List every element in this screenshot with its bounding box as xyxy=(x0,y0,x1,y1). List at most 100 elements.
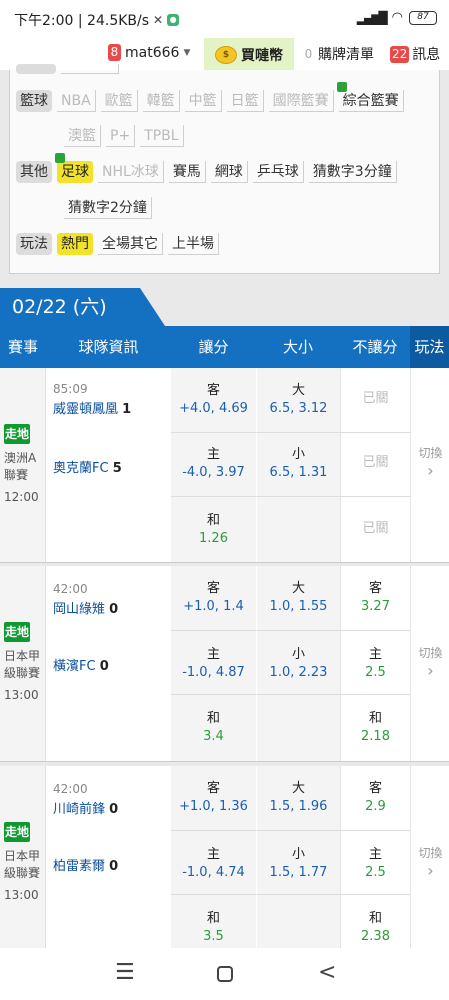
away-team[interactable]: 岡山綠雉 0 xyxy=(53,598,118,617)
hcp-home-cell[interactable]: 主 -1.0, 4.87 xyxy=(171,630,256,694)
filter-option[interactable]: 猜數字2分鐘 xyxy=(64,197,152,219)
caret-down-icon: ▼ xyxy=(183,47,191,58)
ou-under-cell[interactable]: 小 1.0, 2.23 xyxy=(256,630,340,694)
filter-option[interactable]: 上半場 xyxy=(168,233,219,255)
filter-option[interactable]: 乒乓球 xyxy=(252,161,304,183)
hcp-away-cell[interactable]: 客 +1.0, 1.4 xyxy=(171,566,256,630)
away-team[interactable]: 川崎前鋒 0 xyxy=(53,798,118,817)
messages-button[interactable]: 22 訊息 xyxy=(390,44,440,64)
menu-icon[interactable]: ☰ xyxy=(115,960,135,985)
away-score: 1 xyxy=(122,402,132,417)
filter-option[interactable]: 全場其它 xyxy=(98,233,163,255)
ou-empty-cell xyxy=(256,496,340,562)
hcp-home-cell[interactable]: 主 -4.0, 3.97 xyxy=(171,432,256,496)
nh-closed-cell: 已關 xyxy=(340,432,410,496)
match-row: 走地 澳洲A聯賽 12:00 85:09 威靈頓鳳凰 1 奧克蘭FC 5 客 +4… xyxy=(0,368,449,563)
filter-option[interactable]: 猜數字3分鐘 xyxy=(308,161,397,183)
back-icon[interactable]: < xyxy=(318,960,336,985)
ou-over-cell[interactable]: 大 1.0, 1.55 xyxy=(256,566,340,630)
league-name: 日本甲級聯賽 xyxy=(4,649,41,680)
kickoff-time: 13:00 xyxy=(4,688,39,702)
home-score: 0 xyxy=(99,659,109,674)
messages-badge: 22 xyxy=(390,45,410,63)
nh-home-cell[interactable]: 主 2.5 xyxy=(340,830,410,894)
new-tag-icon xyxy=(336,82,347,92)
switch-play-button[interactable]: 切換 › xyxy=(410,766,449,948)
switch-play-button[interactable]: 切換 › xyxy=(410,368,449,562)
hcp-away-cell[interactable]: 客 +1.0, 1.36 xyxy=(171,766,256,830)
filter-option[interactable]: 歐籃 xyxy=(100,90,138,112)
match-row: 走地 日本甲級聯賽 13:00 42:00 岡山綠雉 0 橫濱FC 0 客 +1.… xyxy=(0,566,449,762)
filter-option[interactable]: TPBL xyxy=(140,125,184,147)
home-team[interactable]: 奧克蘭FC 5 xyxy=(53,457,122,476)
header-handicap: 讓分 xyxy=(198,338,229,356)
nh-away-cell[interactable]: 客 2.9 xyxy=(340,766,410,830)
home-team[interactable]: 柏雷素爾 0 xyxy=(53,855,118,874)
filter-option[interactable]: 韓籃 xyxy=(142,90,180,112)
cart-badge: 0 xyxy=(304,46,313,61)
user-menu[interactable]: 8 mat666 ▼ xyxy=(108,44,190,61)
chevron-right-icon: › xyxy=(427,461,434,480)
filter-row-other-2: 猜數字2分鐘 xyxy=(64,197,152,219)
filter-option[interactable]: NBA xyxy=(57,90,96,112)
match-elapsed: 42:00 xyxy=(53,782,88,796)
away-score: 0 xyxy=(109,802,119,817)
header-over-under: 大小 xyxy=(282,338,313,356)
nh-closed-cell: 已關 xyxy=(340,496,410,562)
kickoff-time: 13:00 xyxy=(4,888,39,902)
filter-row-play: 玩法 熱門 全場其它 上半場 xyxy=(16,233,219,255)
nh-away-cell[interactable]: 客 3.27 xyxy=(340,566,410,630)
live-badge: 走地 xyxy=(4,622,30,642)
league-name: 澳洲A聯賽 xyxy=(4,451,37,482)
header-play: 玩法 xyxy=(410,326,449,368)
cart-button[interactable]: 0 購牌清單 xyxy=(302,44,374,64)
sport-filter-panel: 籃球 NBA 歐籃 韓籃 中籃 日籃 國際籃賽 綜合籃賽 澳籃 P+ TPBL … xyxy=(9,64,440,274)
date-tab[interactable]: 02/22 (六) xyxy=(0,288,165,326)
user-badge: 8 xyxy=(108,44,121,61)
filter-option[interactable]: 國際籃賽 xyxy=(268,90,334,112)
filter-option-selected[interactable]: 足球 xyxy=(55,153,93,183)
ou-over-cell[interactable]: 大 1.5, 1.96 xyxy=(256,766,340,830)
header-team-info: 球隊資訊 xyxy=(78,338,139,356)
ou-under-cell[interactable]: 小 6.5, 1.31 xyxy=(256,432,340,496)
signal-icon: ▂▄▆█ xyxy=(356,10,388,25)
filter-option[interactable]: 中籃 xyxy=(184,90,222,112)
hcp-draw-cell[interactable]: 和 3.5 xyxy=(171,894,256,948)
ou-under-cell[interactable]: 小 1.5, 1.77 xyxy=(256,830,340,894)
away-team[interactable]: 威靈頓鳳凰 1 xyxy=(53,398,131,417)
filter-category-basketball: 籃球 xyxy=(16,90,52,112)
messages-label: 訊息 xyxy=(412,47,441,63)
kickoff-time: 12:00 xyxy=(4,490,39,504)
filter-option[interactable]: 賽馬 xyxy=(168,161,206,183)
coin-icon: $ xyxy=(215,46,237,64)
filter-cat-partial xyxy=(16,64,56,74)
buy-coins-button[interactable]: $ 買嗹幣 xyxy=(204,38,294,72)
filter-option[interactable]: 日籃 xyxy=(226,90,264,112)
chevron-right-icon: › xyxy=(427,861,434,880)
filter-option[interactable]: 網球 xyxy=(210,161,248,183)
filter-option[interactable]: P+ xyxy=(106,125,136,147)
home-team[interactable]: 橫濱FC 0 xyxy=(53,655,109,674)
battery-indicator: 87 xyxy=(409,10,437,25)
hcp-home-cell[interactable]: 主 -1.0, 4.74 xyxy=(171,830,256,894)
switch-play-button[interactable]: 切換 › xyxy=(410,566,449,761)
nh-draw-cell[interactable]: 和 2.38 xyxy=(340,894,410,948)
hcp-draw-cell[interactable]: 和 1.26 xyxy=(171,496,256,562)
match-elapsed: 85:09 xyxy=(53,382,88,396)
live-badge: 走地 xyxy=(4,822,30,842)
filter-option[interactable]: 澳籃 xyxy=(64,125,101,147)
app-root: { "status_bar": { "time_speed": "下午2:00 … xyxy=(0,0,449,1000)
nh-home-cell[interactable]: 主 2.5 xyxy=(340,630,410,694)
hcp-draw-cell[interactable]: 和 3.4 xyxy=(171,694,256,761)
home-square-icon[interactable] xyxy=(217,966,233,982)
filter-option-selected[interactable]: 熱門 xyxy=(57,233,93,255)
header-event: 賽事 xyxy=(7,338,38,356)
nh-draw-cell[interactable]: 和 2.18 xyxy=(340,694,410,761)
new-tag-icon xyxy=(55,153,65,163)
filter-option[interactable]: 綜合籃賽 xyxy=(336,82,404,112)
match-elapsed: 42:00 xyxy=(53,582,88,596)
hcp-away-cell[interactable]: 客 +4.0, 4.69 xyxy=(171,368,256,432)
system-nav-bar: ☰ < xyxy=(0,948,449,1000)
filter-option[interactable]: NHL冰球 xyxy=(98,161,164,183)
ou-over-cell[interactable]: 大 6.5, 3.12 xyxy=(256,368,340,432)
